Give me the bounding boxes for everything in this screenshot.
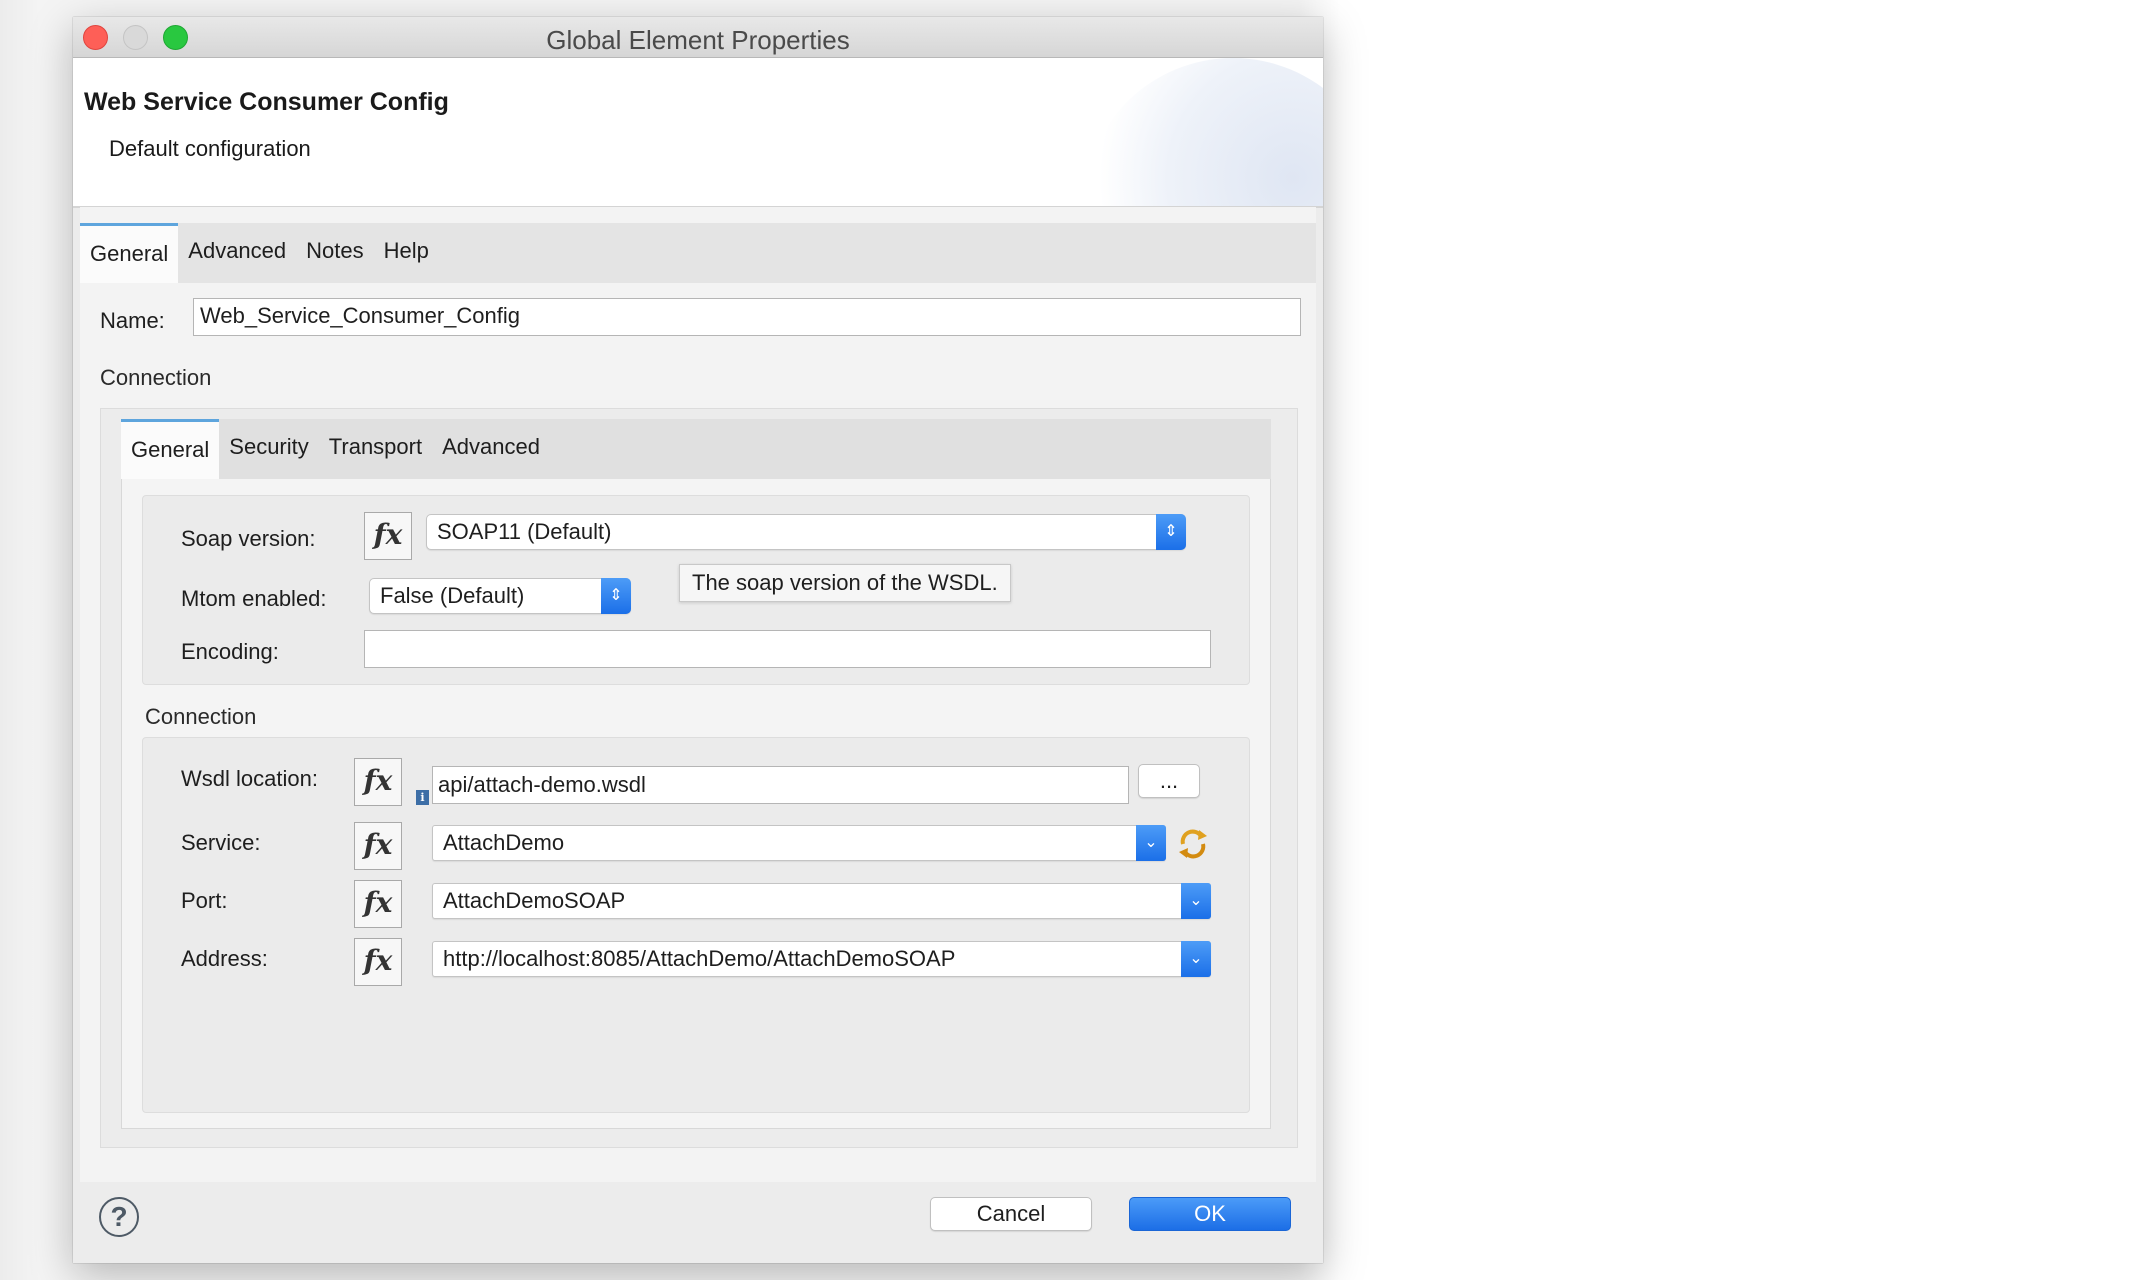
soap-version-value: SOAP11 (Default) xyxy=(437,519,612,544)
chevron-down-icon: ⌄ xyxy=(1181,941,1211,977)
help-icon[interactable]: ? xyxy=(99,1197,139,1237)
dialog-header: Web Service Consumer Config Default conf… xyxy=(73,58,1323,208)
encoding-input[interactable] xyxy=(364,630,1211,668)
wsdl-location-label: Wsdl location: xyxy=(181,766,318,791)
port-fx-icon[interactable]: fx xyxy=(354,880,402,928)
connection-panel: General Security Transport Advanced Soap… xyxy=(100,408,1298,1148)
ok-button[interactable]: OK xyxy=(1129,1197,1291,1231)
title-bar[interactable]: Global Element Properties xyxy=(73,17,1323,58)
soap-version-tooltip: The soap version of the WSDL. xyxy=(679,564,1011,602)
dialog-subtitle: Default configuration xyxy=(109,136,311,161)
tab-notes[interactable]: Notes xyxy=(296,223,373,283)
info-icon: i xyxy=(416,790,429,805)
updown-chevron-icon: ⇕ xyxy=(1156,514,1186,550)
refresh-icon[interactable] xyxy=(1175,826,1211,862)
port-select[interactable]: AttachDemoSOAP ⌄ xyxy=(432,883,1211,919)
wsdl-fx-icon[interactable]: fx xyxy=(354,758,402,806)
mtom-value: False (Default) xyxy=(380,583,525,608)
browse-button[interactable]: ... xyxy=(1138,764,1200,798)
name-input[interactable]: Web_Service_Consumer_Config xyxy=(193,298,1301,336)
mtom-select[interactable]: False (Default) ⇕ xyxy=(369,578,631,614)
address-fx-icon[interactable]: fx xyxy=(354,938,402,986)
soap-version-fx-icon[interactable]: fx xyxy=(364,512,412,560)
dialog-window: Global Element Properties Web Service Co… xyxy=(73,17,1323,1263)
updown-chevron-icon: ⇕ xyxy=(601,578,631,614)
encoding-label: Encoding: xyxy=(181,639,279,664)
window-title: Global Element Properties xyxy=(546,25,850,55)
inner-tab-advanced[interactable]: Advanced xyxy=(432,419,550,479)
chevron-down-icon: ⌄ xyxy=(1181,883,1211,919)
tab-general[interactable]: General xyxy=(80,223,179,283)
connection-tabs: General Security Transport Advanced xyxy=(121,419,550,479)
tab-advanced[interactable]: Advanced xyxy=(178,223,296,283)
tab-help[interactable]: Help xyxy=(374,223,439,283)
port-label: Port: xyxy=(181,888,228,913)
service-select[interactable]: AttachDemo ⌄ xyxy=(432,825,1166,861)
inner-tab-security[interactable]: Security xyxy=(219,419,318,479)
service-label: Service: xyxy=(181,830,261,855)
soap-version-label: Soap version: xyxy=(181,526,316,551)
dialog-title: Web Service Consumer Config xyxy=(84,88,449,116)
port-value: AttachDemoSOAP xyxy=(443,888,626,913)
inner-tab-general[interactable]: General xyxy=(121,419,220,479)
address-select[interactable]: http://localhost:8085/AttachDemo/AttachD… xyxy=(432,941,1211,977)
connection-section-label: Connection xyxy=(100,365,212,390)
service-value: AttachDemo xyxy=(443,830,565,855)
inner-tab-transport[interactable]: Transport xyxy=(319,419,432,479)
address-label: Address: xyxy=(181,946,268,971)
service-fx-icon[interactable]: fx xyxy=(354,822,402,870)
soap-version-select[interactable]: SOAP11 (Default) ⇕ xyxy=(426,514,1186,550)
top-tabs: General Advanced Notes Help xyxy=(80,223,439,283)
connection-group: Wsdl location: fx i api/attach-demo.wsdl… xyxy=(142,737,1250,1113)
connection-group-label: Connection xyxy=(145,704,257,729)
main-content: General Advanced Notes Help Name: Web_Se… xyxy=(80,207,1316,1182)
address-value: http://localhost:8085/AttachDemo/AttachD… xyxy=(443,946,956,971)
name-label: Name: xyxy=(100,308,165,333)
wsdl-location-input[interactable]: api/attach-demo.wsdl xyxy=(432,766,1129,804)
cancel-button[interactable]: Cancel xyxy=(930,1197,1092,1231)
chevron-down-icon: ⌄ xyxy=(1136,825,1166,861)
header-decoration xyxy=(1083,58,1323,206)
mtom-label: Mtom enabled: xyxy=(181,586,327,611)
